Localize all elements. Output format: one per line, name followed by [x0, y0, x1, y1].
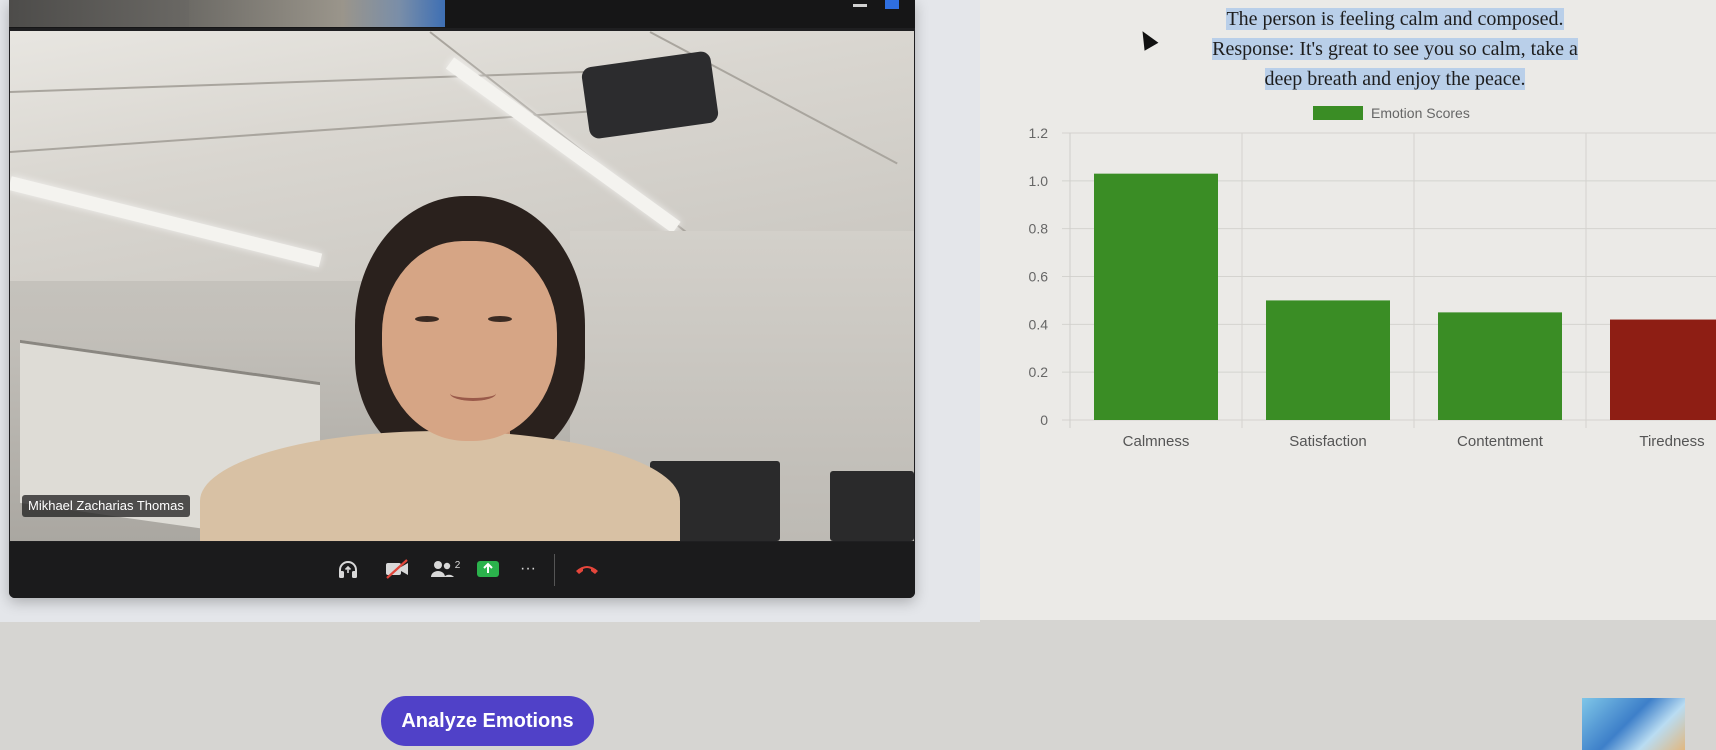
analyze-emotions-button[interactable]: Analyze Emotions — [381, 696, 594, 746]
minimize-icon[interactable] — [853, 4, 867, 7]
person-mouth — [450, 386, 496, 401]
analysis-line: Response: It's great to see you so calm,… — [1212, 38, 1578, 60]
more-icon[interactable]: ··· — [517, 556, 539, 582]
y-tick-label: 0.2 — [1029, 364, 1049, 380]
participant-thumbnail[interactable] — [9, 0, 189, 27]
person-eye — [488, 316, 512, 322]
y-tick-label: 0.4 — [1029, 316, 1049, 332]
emotion-analysis-text: The person is feeling calm and composed.… — [1180, 4, 1610, 94]
legend-label: Emotion Scores — [1371, 105, 1470, 121]
x-tick-label: Satisfaction — [1289, 433, 1367, 450]
window-control-icon[interactable] — [885, 0, 899, 9]
y-tick-label: 1.2 — [1029, 125, 1049, 141]
video-feed: Mikhael Zacharias Thomas — [10, 31, 914, 541]
person-eye — [415, 316, 439, 322]
bar-satisfaction — [1266, 300, 1390, 420]
x-tick-label: Calmness — [1123, 433, 1190, 450]
call-toolbar: 2 ··· — [9, 542, 915, 598]
window-title-bar — [9, 0, 915, 28]
bar-calmness — [1094, 173, 1218, 420]
toolbar-divider — [554, 554, 555, 586]
bar-tiredness — [1610, 319, 1716, 420]
y-tick-label: 0 — [1040, 412, 1048, 428]
x-tick-label: Contentment — [1457, 433, 1544, 450]
avatar — [1582, 698, 1685, 750]
y-tick-label: 1.0 — [1029, 173, 1049, 189]
emotion-scores-chart: 0 0.2 0.4 0.6 0.8 1.0 1.2 Calmness Satisfaction C… — [1029, 105, 1716, 450]
analysis-line: deep breath and enjoy the peace. — [1264, 68, 1526, 90]
participants-icon[interactable]: 2 — [427, 556, 463, 582]
video-call-window: Mikhael Zacharias Thomas 2 ··· — [9, 0, 915, 598]
participant-thumbnail[interactable] — [189, 0, 445, 27]
x-tick-label: Tiredness — [1639, 433, 1704, 450]
y-tick-label: 0.6 — [1029, 269, 1049, 285]
y-tick-label: 0.8 — [1029, 221, 1049, 237]
end-call-icon[interactable] — [573, 556, 601, 582]
bar-contentment — [1438, 312, 1562, 420]
legend-swatch — [1313, 106, 1363, 120]
participants-count: 2 — [454, 559, 461, 571]
share-screen-icon[interactable] — [476, 556, 500, 582]
analysis-line: The person is feeling calm and composed. — [1226, 8, 1564, 30]
participant-name-tag: Mikhael Zacharias Thomas — [22, 495, 190, 517]
headphones-icon[interactable] — [335, 556, 361, 582]
monitor — [830, 471, 914, 541]
video-off-icon[interactable] — [383, 556, 411, 582]
person-face — [382, 241, 557, 441]
